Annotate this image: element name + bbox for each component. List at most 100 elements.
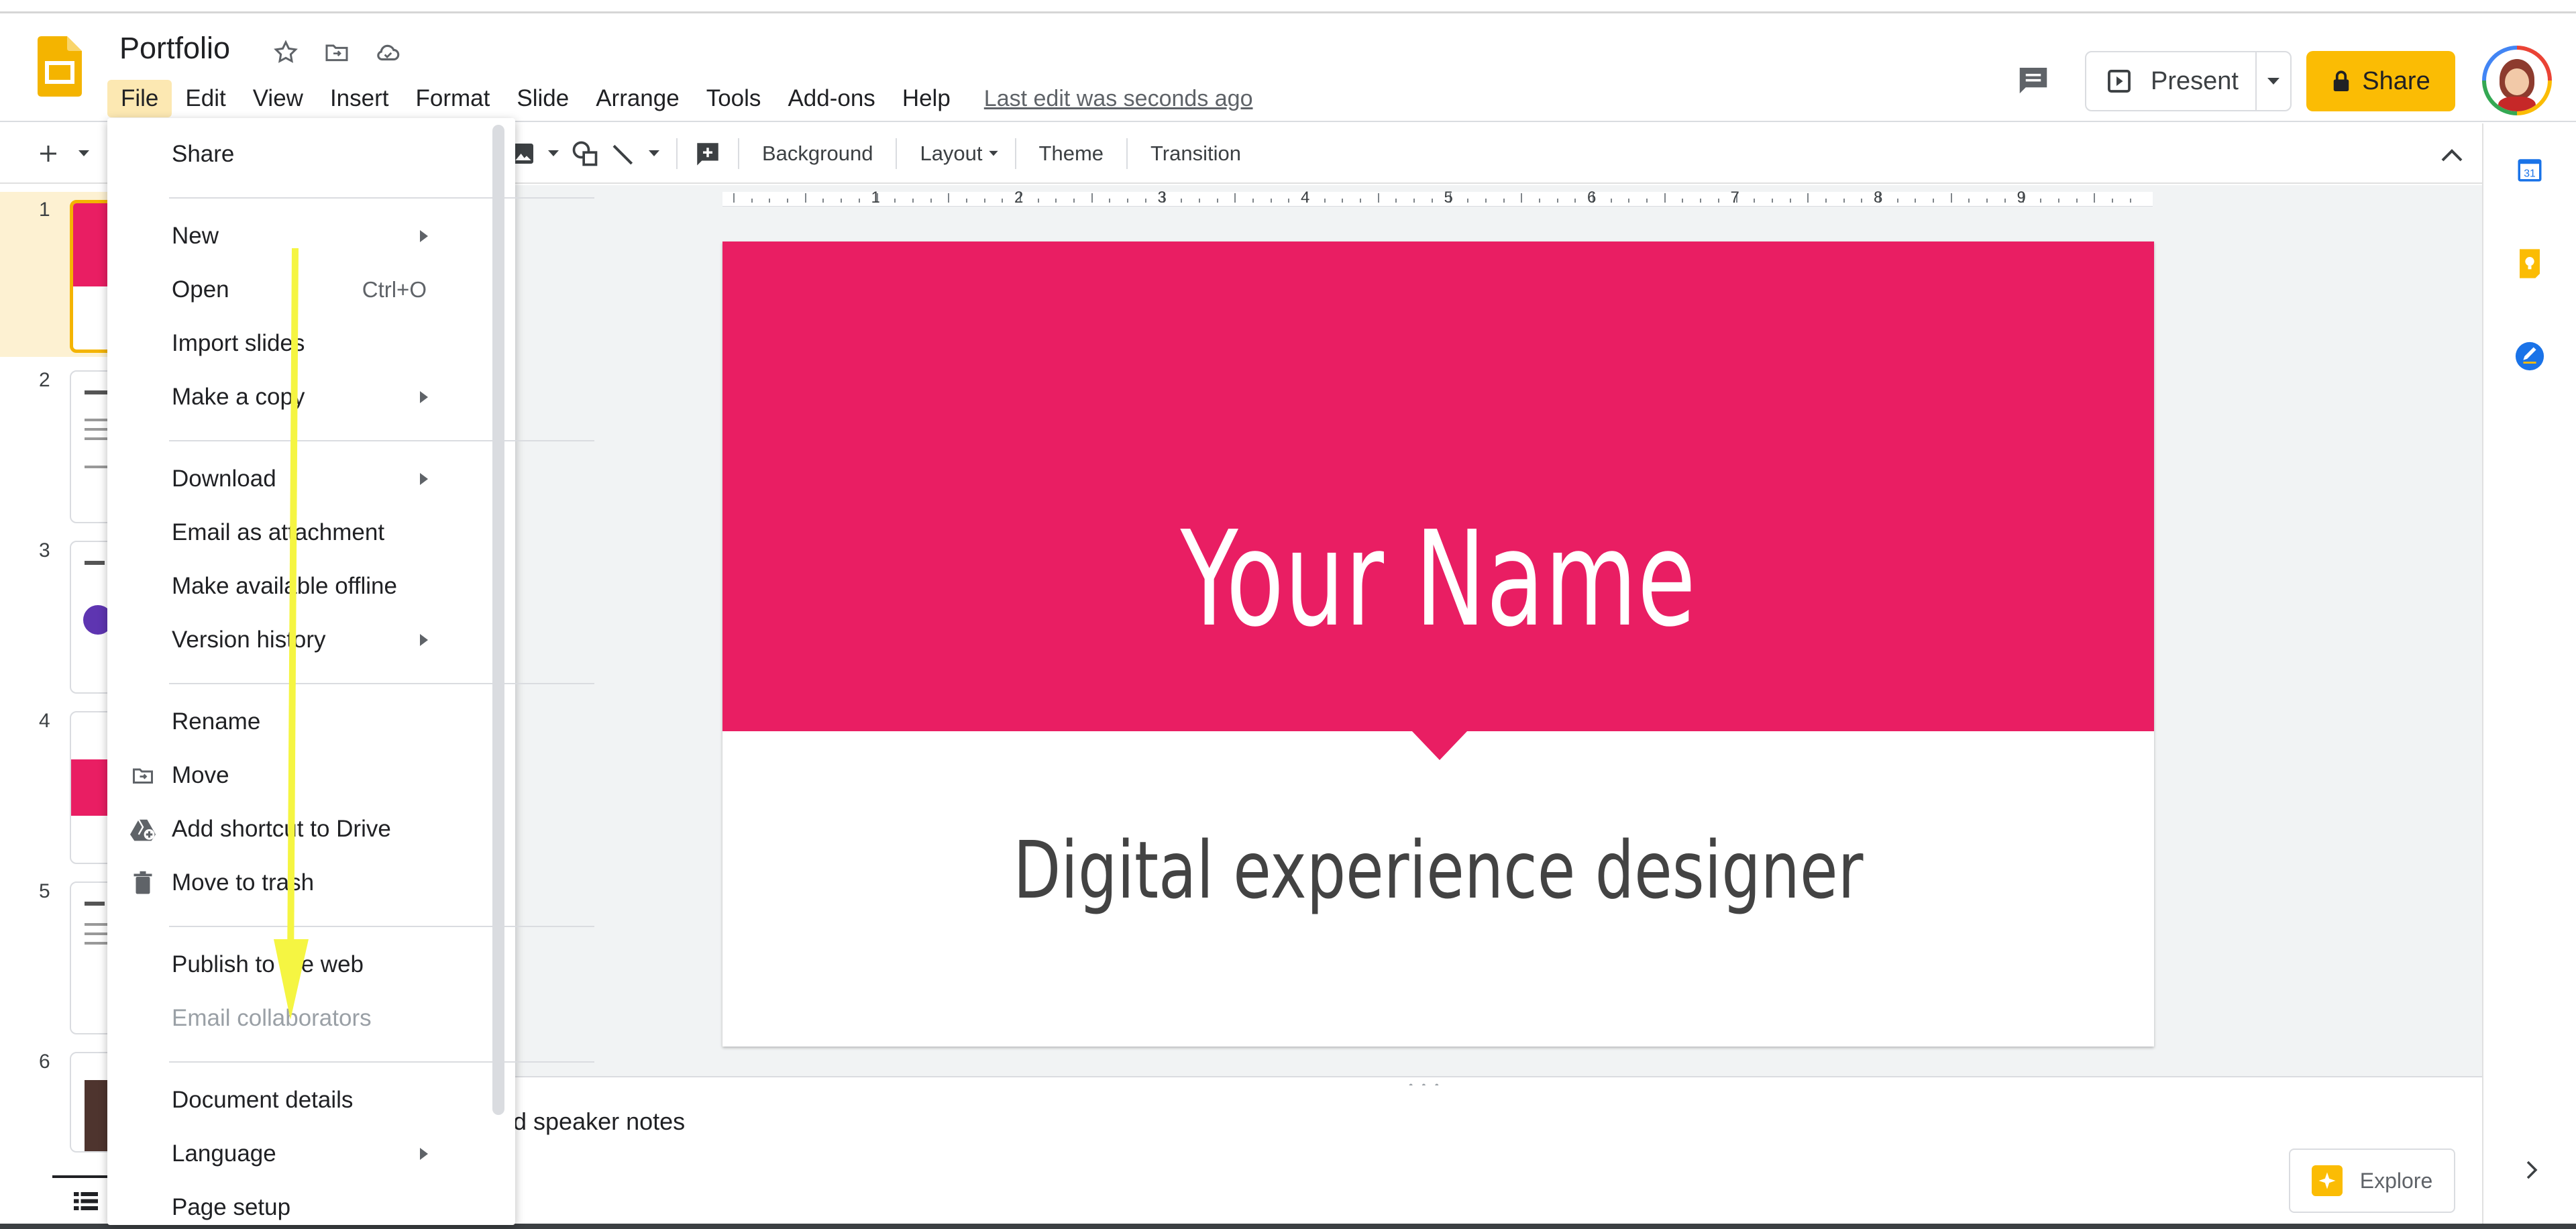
ruler-tick bbox=[1395, 199, 1397, 203]
star-icon[interactable] bbox=[268, 35, 303, 70]
theme-button[interactable]: Theme bbox=[1032, 138, 1110, 170]
slide-title-text[interactable]: Your Name bbox=[923, 503, 1953, 656]
document-title[interactable]: Portfolio bbox=[119, 31, 230, 66]
present-button[interactable]: Present bbox=[2085, 51, 2292, 111]
background-button[interactable]: Background bbox=[755, 138, 879, 170]
avatar[interactable] bbox=[2482, 46, 2552, 115]
ruler-tick bbox=[1556, 199, 1558, 203]
shape-icon[interactable] bbox=[570, 139, 600, 168]
slide-number: 4 bbox=[39, 710, 50, 732]
ruler-tick bbox=[1467, 199, 1469, 203]
notes-divider[interactable] bbox=[511, 1076, 2482, 1077]
menu-separator bbox=[169, 1061, 594, 1063]
menu-edit[interactable]: Edit bbox=[172, 80, 239, 117]
present-label: Present bbox=[2151, 66, 2239, 95]
comments-icon[interactable] bbox=[2012, 59, 2054, 101]
ruler-tick bbox=[2040, 199, 2042, 203]
ruler-tick bbox=[1664, 193, 1666, 203]
menu-arrange[interactable]: Arrange bbox=[582, 80, 693, 117]
slides-logo-icon[interactable] bbox=[38, 36, 82, 97]
menu-insert[interactable]: Insert bbox=[317, 80, 402, 117]
menu-help[interactable]: Help bbox=[889, 80, 964, 117]
ruler-tick bbox=[787, 199, 789, 203]
ruler-label: 6 bbox=[1587, 189, 1597, 207]
file-menu-label: Share bbox=[172, 141, 235, 167]
file-menu-label: Move bbox=[172, 762, 229, 788]
line-icon[interactable] bbox=[610, 140, 637, 167]
toolbar-divider bbox=[738, 138, 739, 169]
ruler-label: 8 bbox=[1874, 189, 1883, 207]
file-menu-item-document-details[interactable]: Document details bbox=[107, 1075, 483, 1126]
ruler-tick bbox=[2094, 193, 2096, 203]
ruler-tick bbox=[1915, 199, 1917, 203]
present-dropdown-chevron-icon[interactable] bbox=[2255, 52, 2290, 110]
lock-icon bbox=[2334, 70, 2349, 91]
ruler-tick bbox=[1037, 199, 1039, 203]
collapse-toolbar-chevron-up-icon[interactable] bbox=[2436, 140, 2467, 170]
horizontal-ruler[interactable]: 1 2 3 4 5 6 7 8 9 bbox=[722, 189, 2153, 207]
expand-side-panel-chevron-right-icon[interactable] bbox=[2518, 1157, 2545, 1183]
speaker-notes-area[interactable] bbox=[511, 1085, 2482, 1220]
menu-format[interactable]: Format bbox=[402, 80, 504, 117]
chevron-down-icon[interactable] bbox=[988, 150, 999, 157]
share-button[interactable]: Share bbox=[2306, 51, 2455, 111]
ruler-label: 7 bbox=[1730, 189, 1739, 207]
ruler-tick bbox=[1807, 193, 1809, 203]
ruler-tick bbox=[1933, 199, 1935, 203]
ruler-tick bbox=[1538, 199, 1540, 203]
ruler-tick bbox=[1127, 199, 1129, 203]
menu-tools[interactable]: Tools bbox=[693, 80, 775, 117]
explore-button[interactable]: Explore bbox=[2289, 1148, 2455, 1213]
menu-file[interactable]: File bbox=[107, 80, 172, 117]
present-icon bbox=[2108, 70, 2131, 93]
ruler-tick bbox=[1574, 199, 1576, 203]
ruler-tick bbox=[1055, 199, 1057, 203]
ruler-tick bbox=[2129, 199, 2131, 203]
cloud-saved-icon[interactable] bbox=[370, 35, 405, 70]
ruler-label: 9 bbox=[2017, 189, 2026, 207]
new-slide-button[interactable] bbox=[36, 136, 90, 172]
ruler-tick bbox=[1950, 193, 1952, 203]
menu-separator bbox=[169, 683, 594, 684]
ruler-tick bbox=[1216, 199, 1218, 203]
ruler-tick bbox=[1413, 199, 1415, 203]
ruler-label: 3 bbox=[1157, 189, 1167, 207]
tasks-icon[interactable] bbox=[2513, 339, 2546, 373]
ruler-tick bbox=[1754, 199, 1756, 203]
speaker-notes-placeholder[interactable]: d speaker notes bbox=[513, 1108, 685, 1136]
transition-button[interactable]: Transition bbox=[1144, 138, 1248, 170]
file-menu-label: Rename bbox=[172, 708, 261, 735]
chevron-down-icon bbox=[78, 150, 89, 156]
add-comment-icon[interactable] bbox=[694, 140, 722, 168]
svg-text:31: 31 bbox=[2524, 168, 2536, 180]
ruler-tick bbox=[930, 199, 932, 203]
plus-icon bbox=[40, 146, 56, 162]
slide-notch bbox=[1411, 731, 1468, 760]
menu-scrollbar[interactable] bbox=[492, 125, 504, 1115]
slide-subtitle-text[interactable]: Digital experience designer bbox=[880, 824, 1997, 916]
menu-addons[interactable]: Add-ons bbox=[774, 80, 888, 117]
layout-button[interactable]: Layout bbox=[913, 138, 989, 170]
slide-editor[interactable]: Your Name Digital experience designer bbox=[722, 242, 2154, 1047]
last-edit-link[interactable]: Last edit was seconds ago bbox=[984, 86, 1253, 112]
ruler-tick bbox=[2057, 199, 2059, 203]
annotation-arrow-icon bbox=[274, 248, 309, 1020]
menu-view[interactable]: View bbox=[239, 80, 317, 117]
trash-icon bbox=[129, 869, 157, 897]
file-menu-item-share[interactable]: Share bbox=[107, 129, 483, 180]
file-menu-item-page-setup[interactable]: Page setup bbox=[107, 1182, 483, 1229]
menu-slide[interactable]: Slide bbox=[503, 80, 582, 117]
keep-icon[interactable] bbox=[2513, 247, 2546, 280]
file-menu-item-language[interactable]: Language bbox=[107, 1128, 483, 1179]
ruler-tick bbox=[1521, 193, 1523, 203]
move-folder-icon[interactable] bbox=[319, 35, 354, 70]
chevron-down-icon[interactable] bbox=[547, 150, 559, 158]
ruler-tick bbox=[1252, 199, 1254, 203]
ruler-tick bbox=[1270, 199, 1272, 203]
chevron-down-icon[interactable] bbox=[648, 150, 660, 158]
ruler-tick bbox=[858, 199, 860, 203]
file-menu-label: Download bbox=[172, 466, 276, 492]
calendar-icon[interactable]: 31 bbox=[2513, 153, 2546, 186]
ruler-tick bbox=[1771, 199, 1773, 203]
toolbar-divider bbox=[896, 138, 898, 169]
